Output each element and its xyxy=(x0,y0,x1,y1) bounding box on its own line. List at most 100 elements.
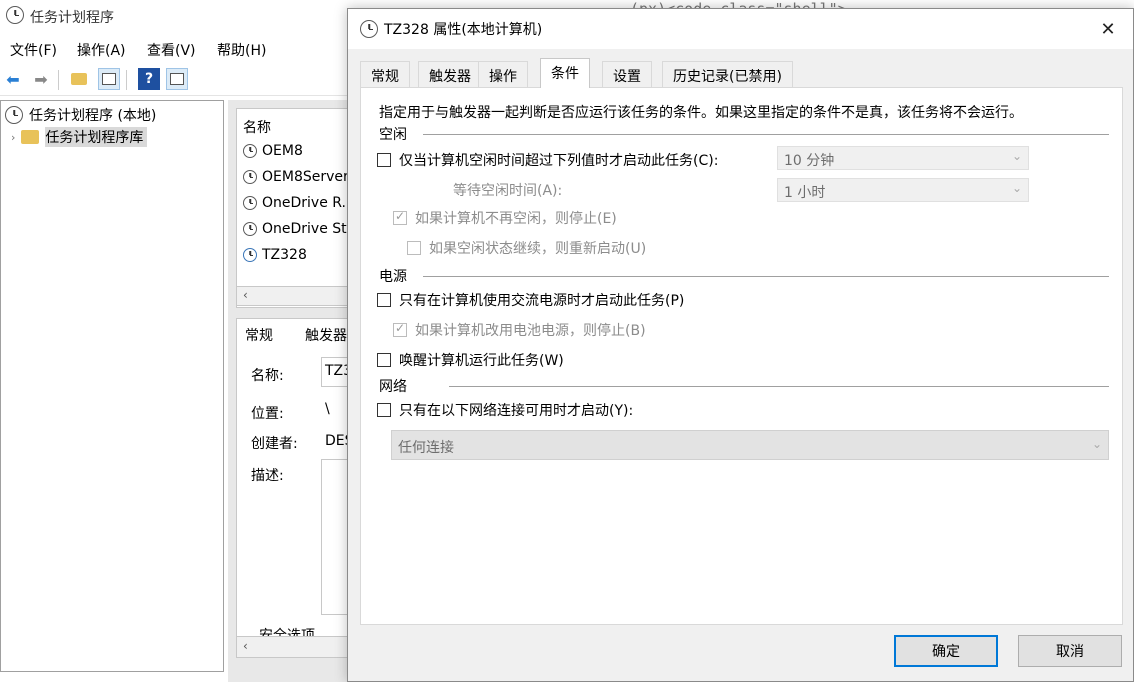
wait-duration-select[interactable]: 1 小时 ⌄ xyxy=(777,178,1029,202)
network-only-checkbox[interactable] xyxy=(377,403,391,417)
window-title: 任务计划程序 xyxy=(30,10,114,26)
chevron-down-icon: ⌄ xyxy=(1011,181,1022,195)
task-scheduler-clock-icon xyxy=(6,6,24,24)
menu-help[interactable]: 帮助(H) xyxy=(217,40,266,60)
stop-on-battery-checkbox-row[interactable]: 如果计算机改用电池电源，则停止(B) xyxy=(393,320,646,340)
tab-settings[interactable]: 设置 xyxy=(602,61,652,87)
dialog-titlebar: TZ328 属性(本地计算机) ✕ xyxy=(348,9,1133,49)
up-folder-icon[interactable] xyxy=(68,68,90,90)
start-if-idle-label: 仅当计算机空闲时间超过下列值时才启动此任务(C): xyxy=(399,153,719,169)
wake-checkbox[interactable] xyxy=(377,353,391,367)
list-item[interactable]: OneDrive St... xyxy=(243,221,360,237)
location-label: 位置: xyxy=(251,406,284,422)
close-icon[interactable]: ✕ xyxy=(1093,15,1123,43)
conditions-hint: 指定用于与触发器一起判断是否应运行该任务的条件。如果这里指定的条件不是真，该任务… xyxy=(379,105,1023,121)
scroll-left-icon[interactable]: ‹ xyxy=(243,288,248,302)
show-hide-action-pane-icon[interactable] xyxy=(166,68,188,90)
list-item-selected[interactable]: TZ328 xyxy=(243,247,307,263)
wake-checkbox-row[interactable]: 唤醒计算机运行此任务(W) xyxy=(377,350,564,370)
stop-on-battery-label: 如果计算机改用电池电源，则停止(B) xyxy=(415,323,646,339)
chevron-down-icon: ⌄ xyxy=(1091,437,1102,451)
list-item-label: OneDrive St... xyxy=(262,221,361,237)
detail-tab-general[interactable]: 常规 xyxy=(245,325,273,345)
ac-only-checkbox-row[interactable]: 只有在计算机使用交流电源时才启动此任务(P) xyxy=(377,290,684,310)
network-only-checkbox-row[interactable]: 只有在以下网络连接可用时才启动(Y): xyxy=(377,400,633,420)
task-list: 名称 OEM8 OEM8Server OneDrive R... OneDriv… xyxy=(236,108,360,308)
start-if-idle-checkbox[interactable] xyxy=(377,153,391,167)
author-label: 创建者: xyxy=(251,436,298,452)
description-label: 描述: xyxy=(251,468,284,484)
conditions-panel: 指定用于与触发器一起判断是否应运行该任务的条件。如果这里指定的条件不是真，该任务… xyxy=(360,87,1123,625)
back-arrow-icon[interactable]: ⬅ xyxy=(2,68,24,90)
tree-item-library[interactable]: › 任务计划程序库 xyxy=(11,127,148,147)
detail-tab-triggers[interactable]: 触发器 xyxy=(305,325,347,345)
list-horizontal-scrollbar[interactable]: ‹ xyxy=(236,286,356,306)
clock-icon xyxy=(360,20,378,38)
tab-general[interactable]: 常规 xyxy=(360,61,410,87)
task-icon xyxy=(243,248,257,262)
idle-duration-value: 10 分钟 xyxy=(784,153,835,169)
task-icon xyxy=(243,222,257,236)
detail-horizontal-scrollbar[interactable]: ‹ xyxy=(236,636,356,658)
chevron-down-icon: ⌄ xyxy=(1011,149,1022,163)
toolbar-separator xyxy=(58,70,59,90)
cancel-button[interactable]: 取消 xyxy=(1018,635,1122,667)
name-label: 名称: xyxy=(251,368,284,384)
ok-button[interactable]: 确定 xyxy=(894,635,998,667)
list-item-label: TZ328 xyxy=(262,247,307,263)
group-divider xyxy=(423,276,1109,277)
folder-icon xyxy=(21,130,40,144)
group-divider xyxy=(449,386,1109,387)
tab-actions[interactable]: 操作 xyxy=(478,61,528,87)
task-icon xyxy=(243,196,257,210)
restart-if-idle-label: 如果空闲状态继续，则重新启动(U) xyxy=(429,241,647,257)
ac-only-label: 只有在计算机使用交流电源时才启动此任务(P) xyxy=(399,293,685,309)
console-tree: 任务计划程序 (本地) › 任务计划程序库 xyxy=(0,100,224,672)
network-group-label: 网络 xyxy=(379,379,407,395)
dialog-title: TZ328 属性(本地计算机) xyxy=(384,22,543,38)
stop-if-not-idle-checkbox[interactable] xyxy=(393,209,407,225)
list-item-label: OEM8 xyxy=(262,143,303,159)
toolbar-separator xyxy=(126,70,127,90)
menu-file[interactable]: 文件(F) xyxy=(10,40,57,60)
list-item-label: OEM8Server xyxy=(262,169,349,185)
task-icon xyxy=(243,144,257,158)
network-only-label: 只有在以下网络连接可用时才启动(Y): xyxy=(399,403,634,419)
task-icon xyxy=(243,170,257,184)
power-group-label: 电源 xyxy=(379,269,407,285)
tab-history[interactable]: 历史记录(已禁用) xyxy=(662,61,793,87)
list-item[interactable]: OEM8 xyxy=(243,143,303,159)
network-connection-value: 任何连接 xyxy=(398,440,454,456)
menu-view[interactable]: 查看(V) xyxy=(147,40,196,60)
wait-idle-label: 等待空闲时间(A): xyxy=(453,183,563,199)
menu-action[interactable]: 操作(A) xyxy=(77,40,126,60)
clock-icon xyxy=(5,106,23,124)
network-connection-select[interactable]: 任何连接 ⌄ xyxy=(391,430,1109,460)
idle-duration-select[interactable]: 10 分钟 ⌄ xyxy=(777,146,1029,170)
stop-on-battery-checkbox[interactable] xyxy=(393,321,407,337)
stop-if-not-idle-checkbox-row[interactable]: 如果计算机不再空闲，则停止(E) xyxy=(393,208,617,228)
chevron-right-icon[interactable]: › xyxy=(11,131,15,144)
tree-item-root[interactable]: 任务计划程序 (本地) xyxy=(5,105,156,125)
column-header-name[interactable]: 名称 xyxy=(243,117,271,137)
wake-label: 唤醒计算机运行此任务(W) xyxy=(399,353,564,369)
tab-triggers[interactable]: 触发器 xyxy=(418,61,482,87)
list-item[interactable]: OneDrive R... xyxy=(243,195,355,211)
ac-only-checkbox[interactable] xyxy=(377,293,391,307)
show-hide-console-tree-icon[interactable] xyxy=(98,68,120,90)
list-item[interactable]: OEM8Server xyxy=(243,169,349,185)
tab-conditions[interactable]: 条件 xyxy=(540,58,590,88)
group-divider xyxy=(423,134,1109,135)
scroll-left-icon[interactable]: ‹ xyxy=(243,639,248,653)
stop-if-not-idle-label: 如果计算机不再空闲，则停止(E) xyxy=(415,211,617,227)
wait-duration-value: 1 小时 xyxy=(784,185,826,201)
forward-arrow-icon[interactable]: ➡ xyxy=(30,68,52,90)
location-value: \ xyxy=(325,401,330,417)
restart-if-idle-checkbox-row[interactable]: 如果空闲状态继续，则重新启动(U) xyxy=(407,238,646,258)
tree-item-label: 任务计划程序 (本地) xyxy=(29,108,157,124)
start-if-idle-checkbox-row[interactable]: 仅当计算机空闲时间超过下列值时才启动此任务(C): xyxy=(377,150,718,170)
help-icon[interactable]: ? xyxy=(138,68,160,90)
restart-if-idle-checkbox[interactable] xyxy=(407,241,421,255)
tree-item-label: 任务计划程序库 xyxy=(45,127,148,147)
idle-group-label: 空闲 xyxy=(379,127,407,143)
